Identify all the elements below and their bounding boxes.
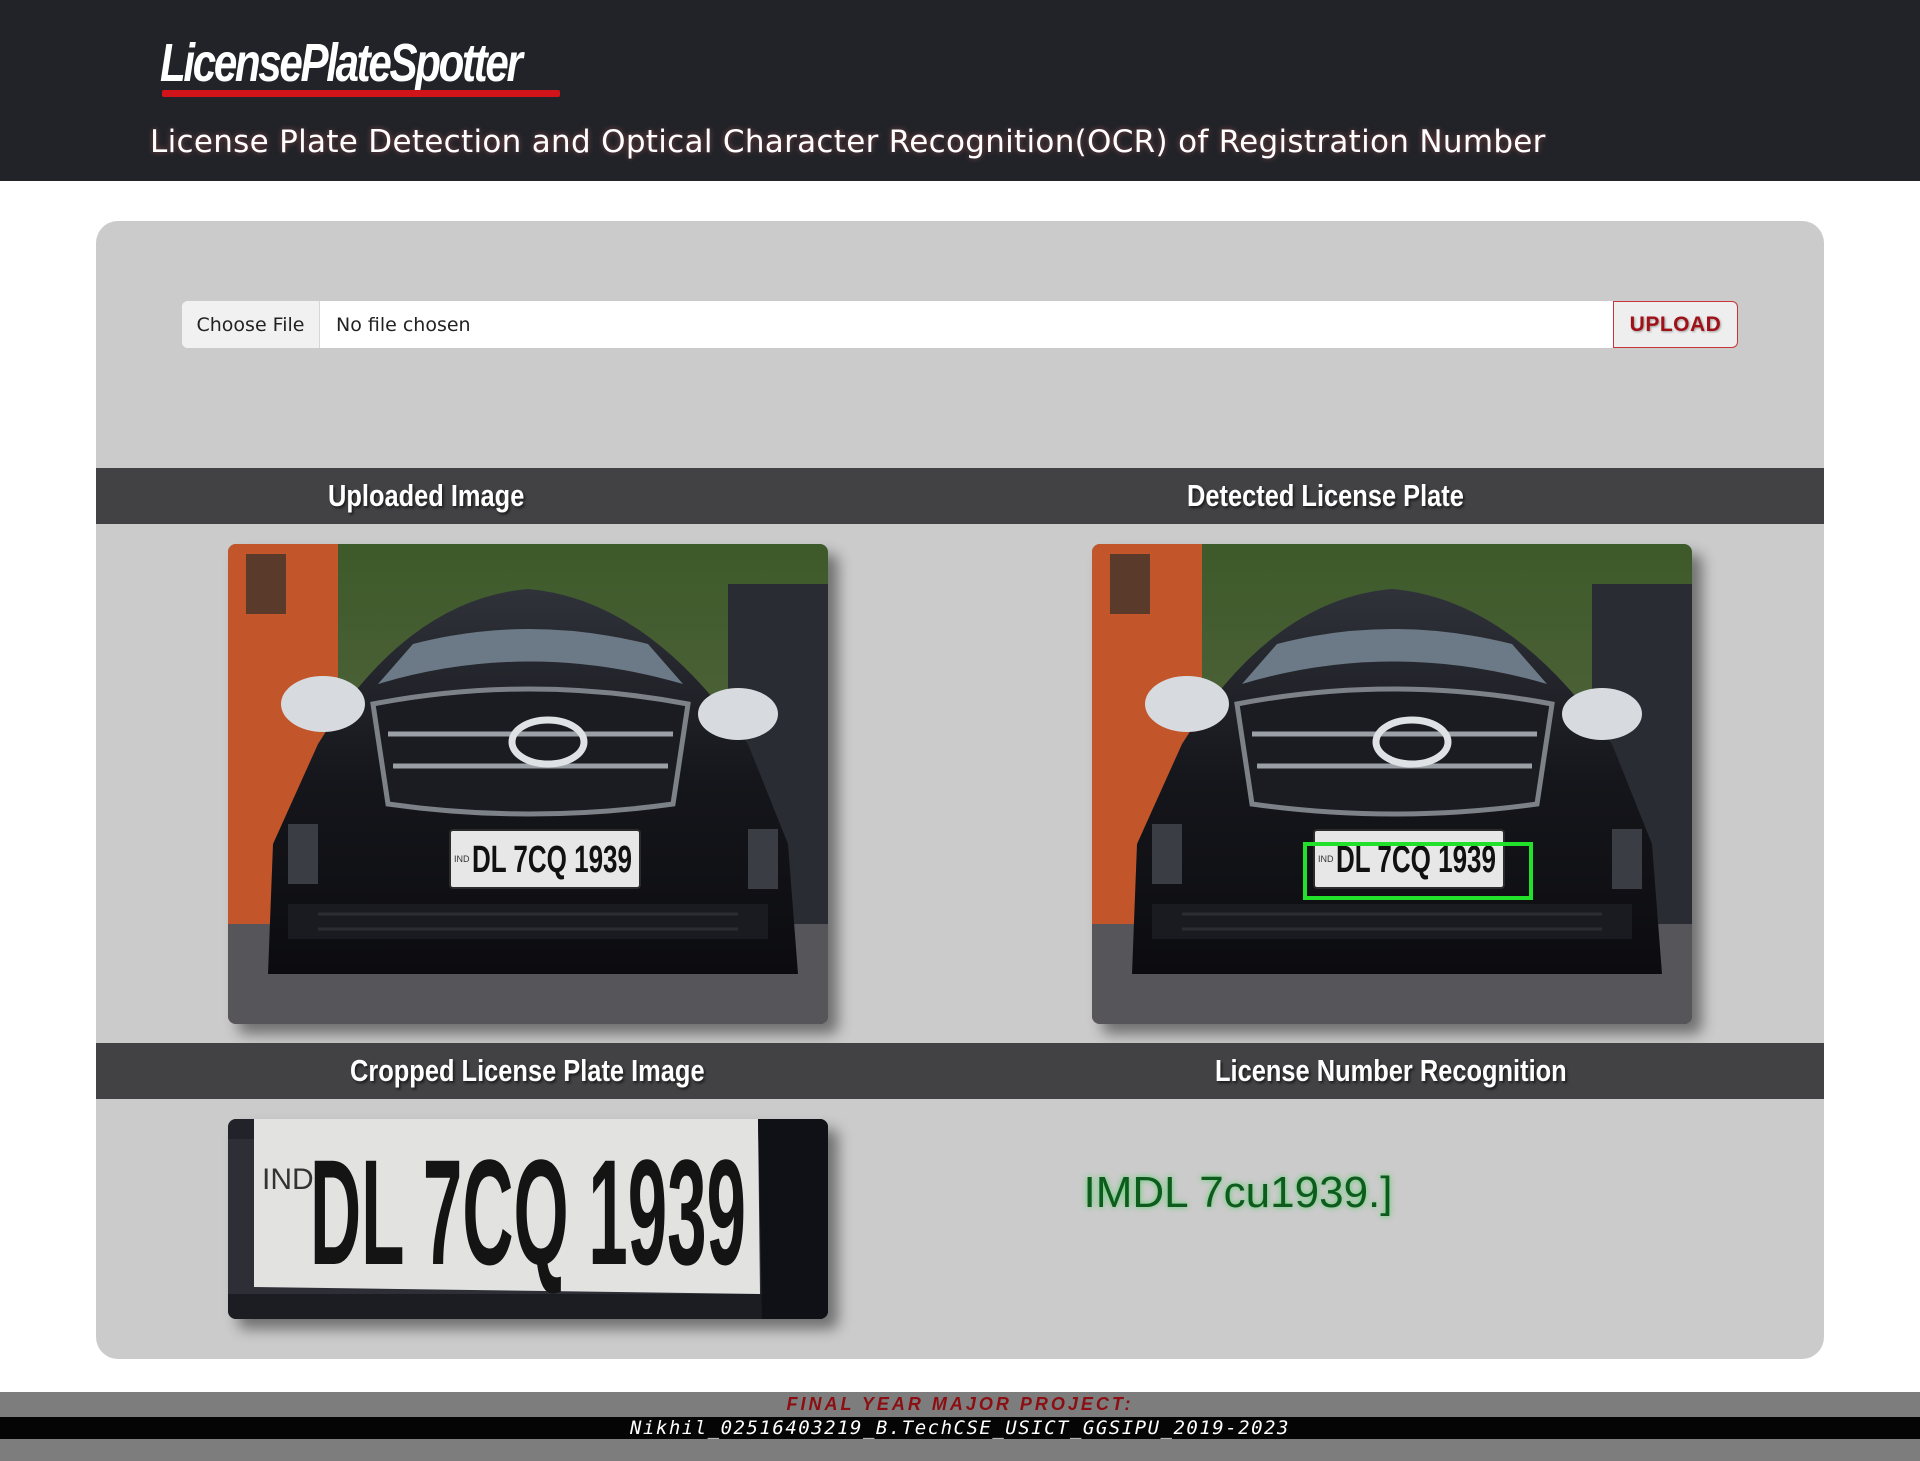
plate-prefix: IND <box>454 854 470 864</box>
file-input[interactable]: Choose File No file chosen <box>182 301 1613 348</box>
site-footer: FINAL YEAR MAJOR PROJECT: Nikhil_0251640… <box>0 1392 1920 1461</box>
main-panel: Choose File No file chosen UPLOAD Upload… <box>96 221 1824 1359</box>
plate-text: DL 7CQ 1939 <box>310 1128 746 1296</box>
cropped-plate-image: IND DL 7CQ 1939 <box>228 1119 828 1319</box>
footer-label: FINAL YEAR MAJOR PROJECT: <box>786 1394 1134 1414</box>
ocr-result: IMDL 7cu1939.] <box>1083 1168 1393 1217</box>
cropped-plate-heading: Cropped License Plate Image <box>350 1053 705 1088</box>
detected-plate-heading: Detected License Plate <box>1187 478 1464 513</box>
recognition-heading: License Number Recognition <box>1215 1053 1567 1088</box>
plate-prefix: IND <box>1318 854 1334 864</box>
plate-prefix: IND <box>262 1163 314 1196</box>
detected-plate-image: DL 7CQ 1939 IND <box>1092 544 1692 1024</box>
logo-text: LicensePlateSpotter <box>160 33 523 93</box>
uploaded-image: DL 7CQ 1939 IND <box>228 544 828 1024</box>
uploaded-image-heading: Uploaded Image <box>328 478 525 513</box>
page-subtitle: License Plate Detection and Optical Char… <box>150 124 1546 160</box>
logo-underline <box>162 90 560 97</box>
section-bar-row1: Uploaded Image Detected License Plate <box>96 468 1824 524</box>
file-status: No file chosen <box>336 313 471 336</box>
footer-credit: Nikhil_02516403219_B.TechCSE_USICT_GGSIP… <box>630 1417 1290 1439</box>
plate-text: DL 7CQ 1939 <box>472 839 632 881</box>
site-logo[interactable]: LicensePlateSpotter <box>160 30 622 100</box>
site-header: LicensePlateSpotter License Plate Detect… <box>0 0 1920 181</box>
upload-button[interactable]: UPLOAD <box>1613 301 1738 348</box>
upload-form: Choose File No file chosen UPLOAD <box>182 301 1738 349</box>
choose-file-button[interactable]: Choose File <box>182 301 320 348</box>
section-bar-row2: Cropped License Plate Image License Numb… <box>96 1043 1824 1099</box>
